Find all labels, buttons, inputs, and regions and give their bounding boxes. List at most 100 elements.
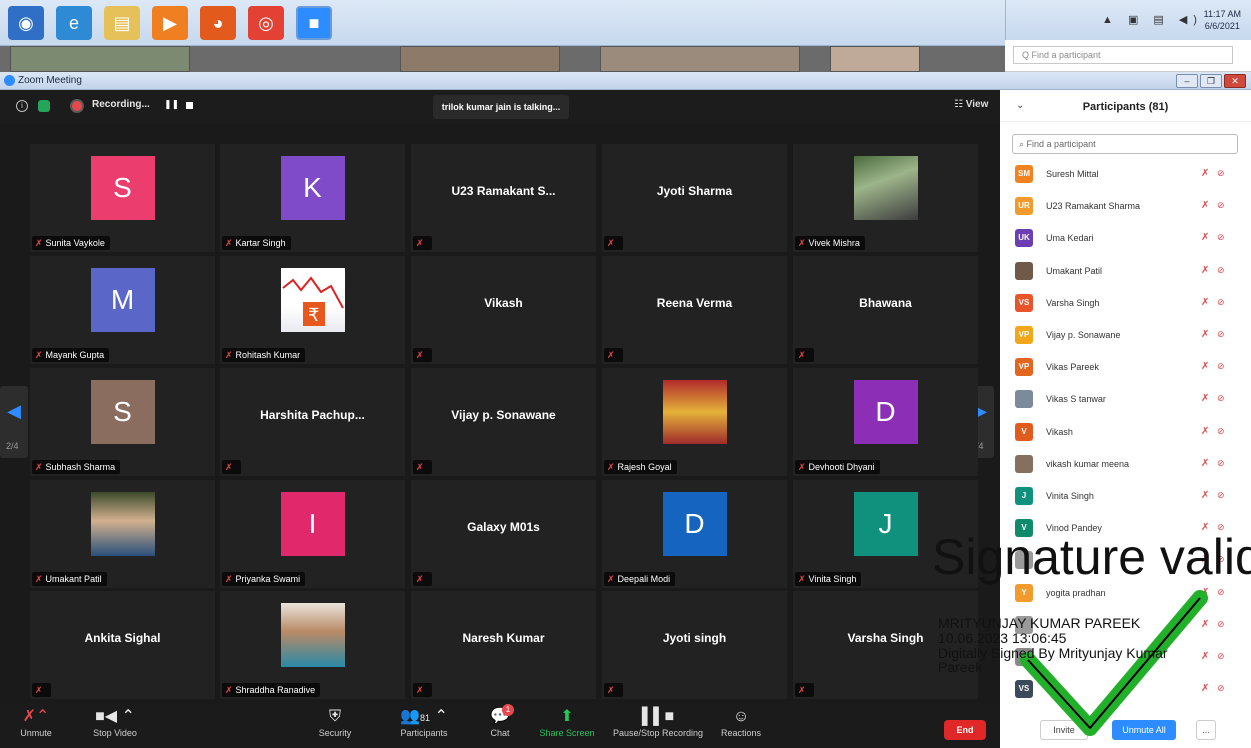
participant-list-item[interactable]: UR U23 Ramakant Sharma ✗ ⊘ [1000,190,1251,222]
close-window-button[interactable]: ✕ [1224,74,1246,88]
video-tile[interactable]: Galaxy M01s ✗ [411,480,596,588]
participant-list-item[interactable]: ✗ ⊘ [1000,641,1251,673]
file-explorer-icon[interactable]: ▤ [104,6,140,40]
participant-list-item[interactable]: VP Vijay p. Sonawane ✗ ⊘ [1000,319,1251,351]
mic-muted-icon: ✗ [798,685,806,695]
participant-list-avatar: UR [1015,197,1033,216]
maximize-button[interactable]: ❐ [1200,74,1222,88]
chat-button[interactable]: 💬 Chat 1 [482,704,518,748]
video-tile[interactable]: S ✗ Sunita Vaykole [30,144,215,252]
participants-button[interactable]: 👥81 ⌃ Participants [376,704,472,748]
video-tile[interactable]: Bhawana ✗ [793,256,978,364]
video-tile[interactable]: Jyoti singh ✗ [602,591,787,699]
video-tile[interactable]: Reena Verma ✗ [602,256,787,364]
pause-stop-icon: ▌▌■ [641,708,675,725]
participant-list-item[interactable]: Yyogita pradhan ✗ ⊘ [1000,577,1251,609]
participant-avatar: D [662,492,727,556]
participant-name-label: Kartar Singh [235,238,286,248]
video-tile[interactable]: Vijay p. Sonawane ✗ [411,368,596,476]
participant-list-item[interactable]: V Vikash ✗ ⊘ [1000,416,1251,448]
participants-panel: ⌄ Participants (81) ⌕ Find a participant… [1000,90,1251,748]
participant-name-tag: ✗ Kartar Singh [222,236,291,250]
video-tile[interactable]: D ✗ Devhooti Dhyani [793,368,978,476]
video-tile[interactable]: I ✗ Priyanka Swami [220,480,405,588]
reactions-button[interactable]: ☺ Reactions [716,704,766,748]
end-meeting-button[interactable]: End [944,720,986,740]
mic-muted-icon: ✗ [1201,361,1210,373]
share-screen-button[interactable]: ⬆ Share Screen [536,704,598,748]
video-tile[interactable]: Vikash ✗ [411,256,596,364]
encryption-shield-icon[interactable] [38,100,50,112]
participant-list-item[interactable]: ✗ ⊘ [1000,609,1251,641]
participant-list-item[interactable]: Umakant Patil ✗ ⊘ [1000,255,1251,287]
mic-muted-icon: ✗ [1201,490,1210,501]
mic-muted-icon: ✗ [1201,168,1210,179]
participant-list-item[interactable]: SM Suresh Mittal ✗ ⊘ [1000,158,1251,190]
clock[interactable]: 11:17 AM 6/6/2021 [1204,8,1241,32]
video-tile[interactable]: K ✗ Kartar Singh [220,144,405,252]
view-button[interactable]: ☷ View [954,99,988,110]
video-tile[interactable]: ₹ ✗ Rohitash Kumar [220,256,405,364]
start-orb-icon[interactable]: ◉ [8,6,44,40]
video-off-icon: ⊘ [1217,361,1225,372]
video-tile[interactable]: Varsha Singh ✗ [793,591,978,699]
video-tile[interactable]: Jyoti Sharma ✗ [602,144,787,252]
background-thumbnail [830,46,920,72]
video-tile[interactable]: ✗ Umakant Patil [30,480,215,588]
clock-time: 11:17 AM [1203,9,1241,19]
unmute-all-button[interactable]: Unmute All [1112,720,1176,740]
participant-list-item[interactable]: VS Varsha Singh ✗ ⊘ [1000,287,1251,319]
media-player-icon[interactable]: ▶ [152,6,188,40]
video-tile[interactable]: D ✗ Deepali Modi [602,480,787,588]
unmute-button[interactable]: ✗⌃ Unmute [16,704,56,748]
participant-search-placeholder: Find a participant [1026,139,1096,149]
participant-list-item[interactable]: Vikas S tanwar ✗ ⊘ [1000,383,1251,415]
participant-name-label: Deepali Modi [617,574,671,584]
participant-name-tag: ✗ [222,460,241,474]
stop-recording-icon[interactable] [186,102,193,109]
mic-muted-icon: ✗ [798,350,806,360]
background-participant-search: Q Find a participant [1005,40,1251,72]
video-tile[interactable]: ✗ Vivek Mishra [793,144,978,252]
video-tile[interactable]: Harshita Pachup... ✗ [220,368,405,476]
participant-name-tag: ✗ Vinita Singh [795,572,862,586]
chat-badge: 1 [502,704,514,716]
chrome-icon[interactable]: ◎ [248,6,284,40]
more-options-button[interactable]: ... [1196,720,1216,740]
reactions-label: Reactions [720,728,762,738]
pause-recording-icon[interactable]: ❚❚ [164,99,179,110]
video-tile[interactable]: U23 Ramakant S... ✗ [411,144,596,252]
participant-list-item[interactable]: UK Uma Kedari ✗ ⊘ [1000,222,1251,254]
zoom-icon[interactable]: ■ [296,6,332,40]
video-tile[interactable]: ✗ Rajesh Goyal [602,368,787,476]
participant-list-item[interactable]: V Vinod Pandey ✗ ⊘ [1000,512,1251,544]
participant-list-name: Suresh Mittal [1046,169,1099,179]
video-tile[interactable]: S ✗ Subhash Sharma [30,368,215,476]
participant-list-item[interactable]: J Vinita Singh ✗ ⊘ [1000,480,1251,512]
tray-icons[interactable]: ▲ ▣ ▤ ◀) [1102,13,1203,26]
participant-list-avatar [1015,261,1033,280]
participant-list-item[interactable]: ✗ ⊘ [1000,544,1251,576]
mic-muted-icon: ✗ [1201,329,1210,340]
participant-list-item[interactable]: VP Vikas Pareek ✗ ⊘ [1000,351,1251,383]
meeting-info-icon[interactable]: i [16,100,28,112]
internet-explorer-icon[interactable]: e [56,6,92,40]
pause-stop-recording-button[interactable]: ▌▌■ Pause/Stop Recording [608,704,708,748]
video-tile[interactable]: Naresh Kumar ✗ [411,591,596,699]
participant-list-item[interactable]: vikash kumar meena ✗ ⊘ [1000,448,1251,480]
video-tile[interactable]: Ankita Sighal ✗ [30,591,215,699]
participant-name-tag: ✗ Shraddha Ranadive [222,683,321,697]
video-tile[interactable]: ✗ Shraddha Ranadive [220,591,405,699]
participant-search-input[interactable]: ⌕ Find a participant [1012,134,1238,154]
minimize-button[interactable]: – [1176,74,1198,88]
participant-list-name: Vinod Pandey [1046,523,1102,534]
video-tile[interactable]: M ✗ Mayank Gupta [30,256,215,364]
security-button[interactable]: ⛨ Security [310,704,360,748]
participant-display-name: Vijay p. Sonawane [451,408,556,422]
stop-video-button[interactable]: ■◀ ⌃ Stop Video [80,704,150,748]
invite-button[interactable]: Invite [1040,720,1088,740]
firefox-icon[interactable]: ◕ [200,6,236,40]
participant-list-item[interactable]: VS ✗ ⊘ [1000,673,1251,705]
participant-photo: ₹ [280,268,345,332]
video-tile[interactable]: J ✗ Vinita Singh [793,480,978,588]
